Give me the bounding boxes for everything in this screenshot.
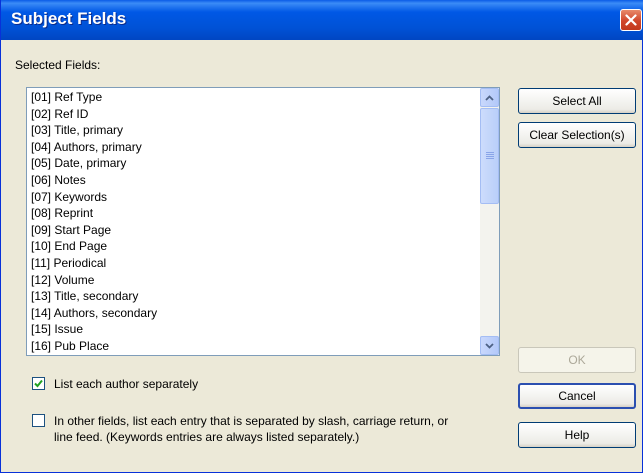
cancel-button[interactable]: Cancel <box>518 383 636 409</box>
field-list-item[interactable]: [15] Issue <box>28 321 480 338</box>
field-list-item[interactable]: [07] Keywords <box>28 189 480 206</box>
field-list-item[interactable]: [02] Ref ID <box>28 106 480 123</box>
field-list-item[interactable]: [04] Authors, primary <box>28 139 480 156</box>
field-list-item[interactable]: [05] Date, primary <box>28 155 480 172</box>
field-list-item[interactable]: [03] Title, primary <box>28 122 480 139</box>
ok-button[interactable]: OK <box>518 347 636 373</box>
split-other-fields-label-line2: line feed. (Keywords entries are always … <box>54 430 360 444</box>
clear-selection-button[interactable]: Clear Selection(s) <box>518 122 636 148</box>
help-button[interactable]: Help <box>518 422 636 448</box>
field-list-item[interactable]: [09] Start Page <box>28 222 480 239</box>
field-list-item[interactable]: [08] Reprint <box>28 205 480 222</box>
select-all-button[interactable]: Select All <box>518 88 636 114</box>
field-list-item[interactable]: [06] Notes <box>28 172 480 189</box>
field-list-items: [01] Ref Type [02] Ref ID [03] Title, prim… <box>28 89 480 355</box>
subject-fields-dialog: Subject Fields Selected Fields: [01] Ref… <box>0 0 643 473</box>
window-title: Subject Fields <box>11 9 127 28</box>
field-list-item[interactable]: [14] Authors, secondary <box>28 305 480 322</box>
field-list-item[interactable]: [16] Pub Place <box>28 338 480 355</box>
scroll-up-button[interactable] <box>480 88 499 107</box>
title-bar[interactable]: Subject Fields <box>1 0 643 40</box>
scroll-down-button[interactable] <box>480 336 499 355</box>
list-authors-label: List each author separately <box>54 377 199 391</box>
split-other-fields-checkbox[interactable] <box>32 414 45 427</box>
checkmark-icon <box>34 379 43 388</box>
chevron-up-icon <box>485 94 494 101</box>
chevron-down-icon <box>485 342 494 349</box>
vertical-scrollbar[interactable] <box>480 88 499 355</box>
selected-fields-label: Selected Fields: <box>15 58 101 72</box>
list-authors-checkbox[interactable] <box>32 377 45 390</box>
scroll-thumb[interactable] <box>480 108 499 204</box>
thumb-grip-line <box>486 158 494 159</box>
field-list-item[interactable]: [10] End Page <box>28 238 480 255</box>
thumb-grip-line <box>486 154 494 155</box>
selected-fields-list[interactable]: [01] Ref Type [02] Ref ID [03] Title, prim… <box>26 87 500 356</box>
field-list-item[interactable]: [01] Ref Type <box>28 89 480 106</box>
thumb-grip-line <box>486 152 494 153</box>
field-list-item[interactable]: [11] Periodical <box>28 255 480 272</box>
split-other-fields-label-line1: In other fields, list each entry that is… <box>54 414 449 428</box>
field-list-item[interactable]: [13] Title, secondary <box>28 288 480 305</box>
close-icon <box>625 14 637 26</box>
field-list-item[interactable]: [12] Volume <box>28 272 480 289</box>
thumb-grip-line <box>486 156 494 157</box>
close-button[interactable] <box>620 9 642 31</box>
